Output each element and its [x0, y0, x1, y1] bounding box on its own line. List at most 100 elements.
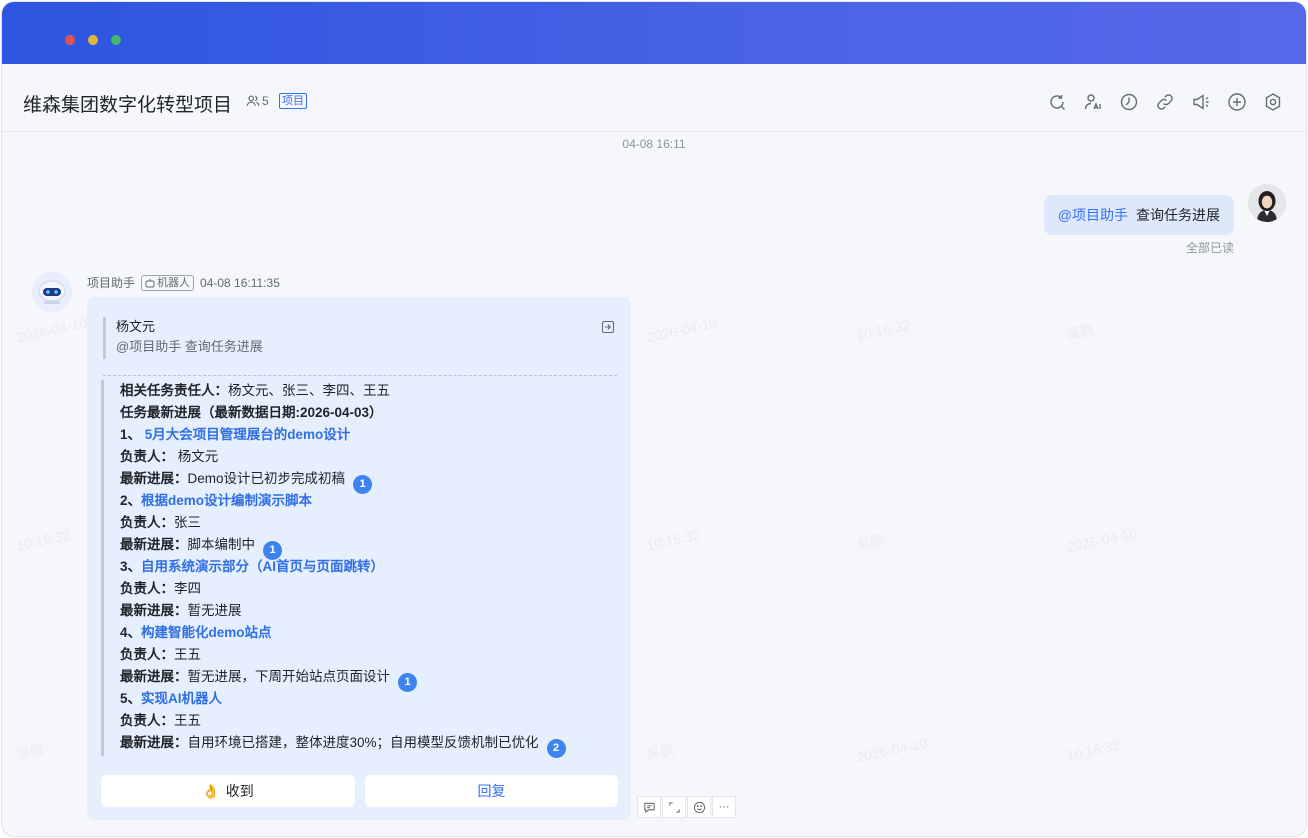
reference-badge[interactable]: 1: [353, 474, 373, 494]
line-value: 自用环境已搭建，整体进度30%；自用模型反馈机制已优化: [187, 735, 539, 750]
watermark-text: 10:16:32: [14, 526, 72, 554]
line-value: 王五: [174, 647, 201, 662]
line-value: 王五: [174, 713, 201, 728]
search-history-icon: [1050, 95, 1065, 110]
content-line: 任务最新进展（最新数据日期:2026-04-03）: [120, 402, 615, 424]
bot-message-card: 杨文元 @项目助手 查询任务进展 相关任务责任人：杨文元、张三、李四、王五任务最…: [87, 297, 631, 820]
message-actions: ···: [637, 796, 736, 818]
content-line: 相关任务责任人：杨文元、张三、李四、王五: [120, 380, 615, 402]
minimize-window-button[interactable]: [88, 35, 98, 45]
comment-button[interactable]: [637, 796, 661, 818]
line-value: 暂无进展: [187, 603, 242, 618]
user-avatar[interactable]: [1248, 184, 1286, 222]
title-bar: [2, 2, 1306, 64]
clock-icon: [1120, 93, 1138, 111]
read-status[interactable]: 全部已读: [1186, 239, 1234, 256]
line-label: 最新进展：: [120, 471, 188, 486]
outgoing-message[interactable]: @项目助手 查询任务进展: [1043, 195, 1234, 235]
bot-name[interactable]: 项目助手: [87, 274, 135, 291]
header-toolbar: [1046, 91, 1284, 113]
reply-button-label: 回复: [477, 783, 506, 799]
chat-title[interactable]: 维森集团数字化转型项目: [23, 90, 232, 117]
ai-user-icon: [1084, 94, 1101, 110]
content-line: 负责人：王五: [120, 710, 615, 732]
bot-tag: 机器人: [141, 274, 195, 291]
watermark-text: 吴鹏: [854, 531, 886, 553]
task-number: 2、: [120, 493, 142, 508]
content-line: 4、构建智能化demo站点: [120, 622, 615, 644]
ai-assistant-button[interactable]: [1082, 91, 1104, 113]
watermark-text: 2026-04-10: [15, 314, 89, 346]
chat-header: 维森集团数字化转型项目 5 项目: [2, 64, 1306, 132]
line-label: 负责人：: [120, 647, 174, 662]
link-button[interactable]: [1154, 91, 1176, 113]
content-line: 2、根据demo设计编制演示脚本: [120, 490, 615, 512]
line-label: 任务最新进展（最新数据日期:2026-04-03）: [120, 405, 383, 420]
line-value: 张三: [174, 515, 201, 530]
task-number: 4、: [120, 625, 142, 640]
more-button[interactable]: ···: [712, 796, 736, 818]
ok-hand-icon: 👌: [202, 782, 220, 799]
reference-badge[interactable]: 2: [546, 738, 566, 758]
line-value: 杨文元: [174, 449, 219, 464]
time-divider: 04-08 16:11: [622, 137, 686, 151]
bot-avatar[interactable]: [32, 272, 72, 312]
member-count[interactable]: 5: [246, 94, 269, 108]
settings-button[interactable]: [1262, 91, 1284, 113]
expand-icon: [668, 801, 680, 813]
watermark-text: 2026-04-10: [855, 734, 929, 766]
content-line: 最新进展：Demo设计已初步完成初稿 1: [120, 468, 615, 494]
line-value: 暂无进展，下周开始站点页面设计: [187, 669, 391, 684]
reference-badge[interactable]: 1: [398, 672, 417, 692]
content-line: 5、实现AI机器人: [120, 688, 615, 710]
outgoing-message-text: 查询任务进展: [1136, 207, 1220, 223]
line-label: 最新进展：: [120, 603, 188, 618]
bot-message-time: 04-08 16:11:35: [200, 275, 280, 290]
announcement-button[interactable]: [1190, 91, 1212, 113]
quoted-text: @项目助手 查询任务进展: [116, 339, 263, 354]
megaphone-icon: [1193, 94, 1209, 110]
content-line: 最新进展：暂无进展: [120, 600, 615, 622]
jump-to-message-icon[interactable]: [601, 320, 615, 334]
robot-icon: [38, 280, 66, 304]
task-link[interactable]: 实现AI机器人: [141, 691, 222, 706]
expand-button[interactable]: [662, 796, 686, 818]
line-value: 杨文元、张三、李四、王五: [228, 383, 390, 398]
task-link[interactable]: 构建智能化demo站点: [141, 625, 272, 640]
user-avatar-image: [1248, 184, 1286, 222]
mention-link[interactable]: @项目助手: [1058, 205, 1128, 225]
line-label: 最新进展：: [120, 735, 188, 750]
watermark-text: 吴鹏: [1064, 321, 1096, 343]
add-button[interactable]: [1226, 91, 1248, 113]
status-button[interactable]: [1118, 91, 1140, 113]
task-link[interactable]: 根据demo设计编制演示脚本: [141, 493, 312, 508]
content-line: 3、自用系统演示部分（AI首页与页面跳转）: [120, 556, 615, 578]
app-window: 吴鹏 2026-04-10 10:16:32 吴鹏 2026-04-10 10:16:32…: [2, 2, 1306, 836]
watermark-text: 2026-04-10: [645, 314, 719, 346]
line-label: 最新进展：: [120, 669, 188, 684]
content-line: 负责人：李四: [120, 578, 615, 600]
acknowledge-button[interactable]: 👌 收到: [101, 775, 355, 807]
content-line: 最新进展：自用环境已搭建，整体进度30%；自用模型反馈机制已优化 2: [120, 732, 615, 758]
quoted-message[interactable]: 杨文元 @项目助手 查询任务进展: [103, 317, 615, 359]
acknowledge-button-label: 收到: [225, 783, 254, 799]
task-link[interactable]: 5月大会项目管理展台的demo设计: [145, 427, 351, 442]
task-progress-content: 相关任务责任人：杨文元、张三、李四、王五任务最新进展（最新数据日期:2026-0…: [101, 380, 615, 758]
watermark-text: 2026-04-10: [1065, 524, 1139, 556]
watermark-text: 10:16:32: [854, 316, 912, 344]
settings-icon: [1265, 93, 1281, 111]
line-label: 负责人：: [120, 581, 174, 596]
content-line: 负责人：张三: [120, 512, 615, 534]
close-window-button[interactable]: [65, 35, 75, 45]
emoji-icon: [693, 801, 705, 813]
emoji-reaction-button[interactable]: [687, 796, 711, 818]
quoted-author: 杨文元: [116, 319, 156, 334]
watermark-text: 吴鹏: [14, 741, 46, 763]
reply-button[interactable]: 回复: [365, 775, 618, 807]
task-link[interactable]: 自用系统演示部分（AI首页与页面跳转）: [141, 559, 384, 574]
search-history-button[interactable]: [1046, 91, 1068, 113]
task-number: 5、: [120, 691, 142, 706]
maximize-window-button[interactable]: [111, 35, 121, 45]
link-icon: [1157, 94, 1173, 110]
content-line: 负责人：王五: [120, 644, 615, 666]
